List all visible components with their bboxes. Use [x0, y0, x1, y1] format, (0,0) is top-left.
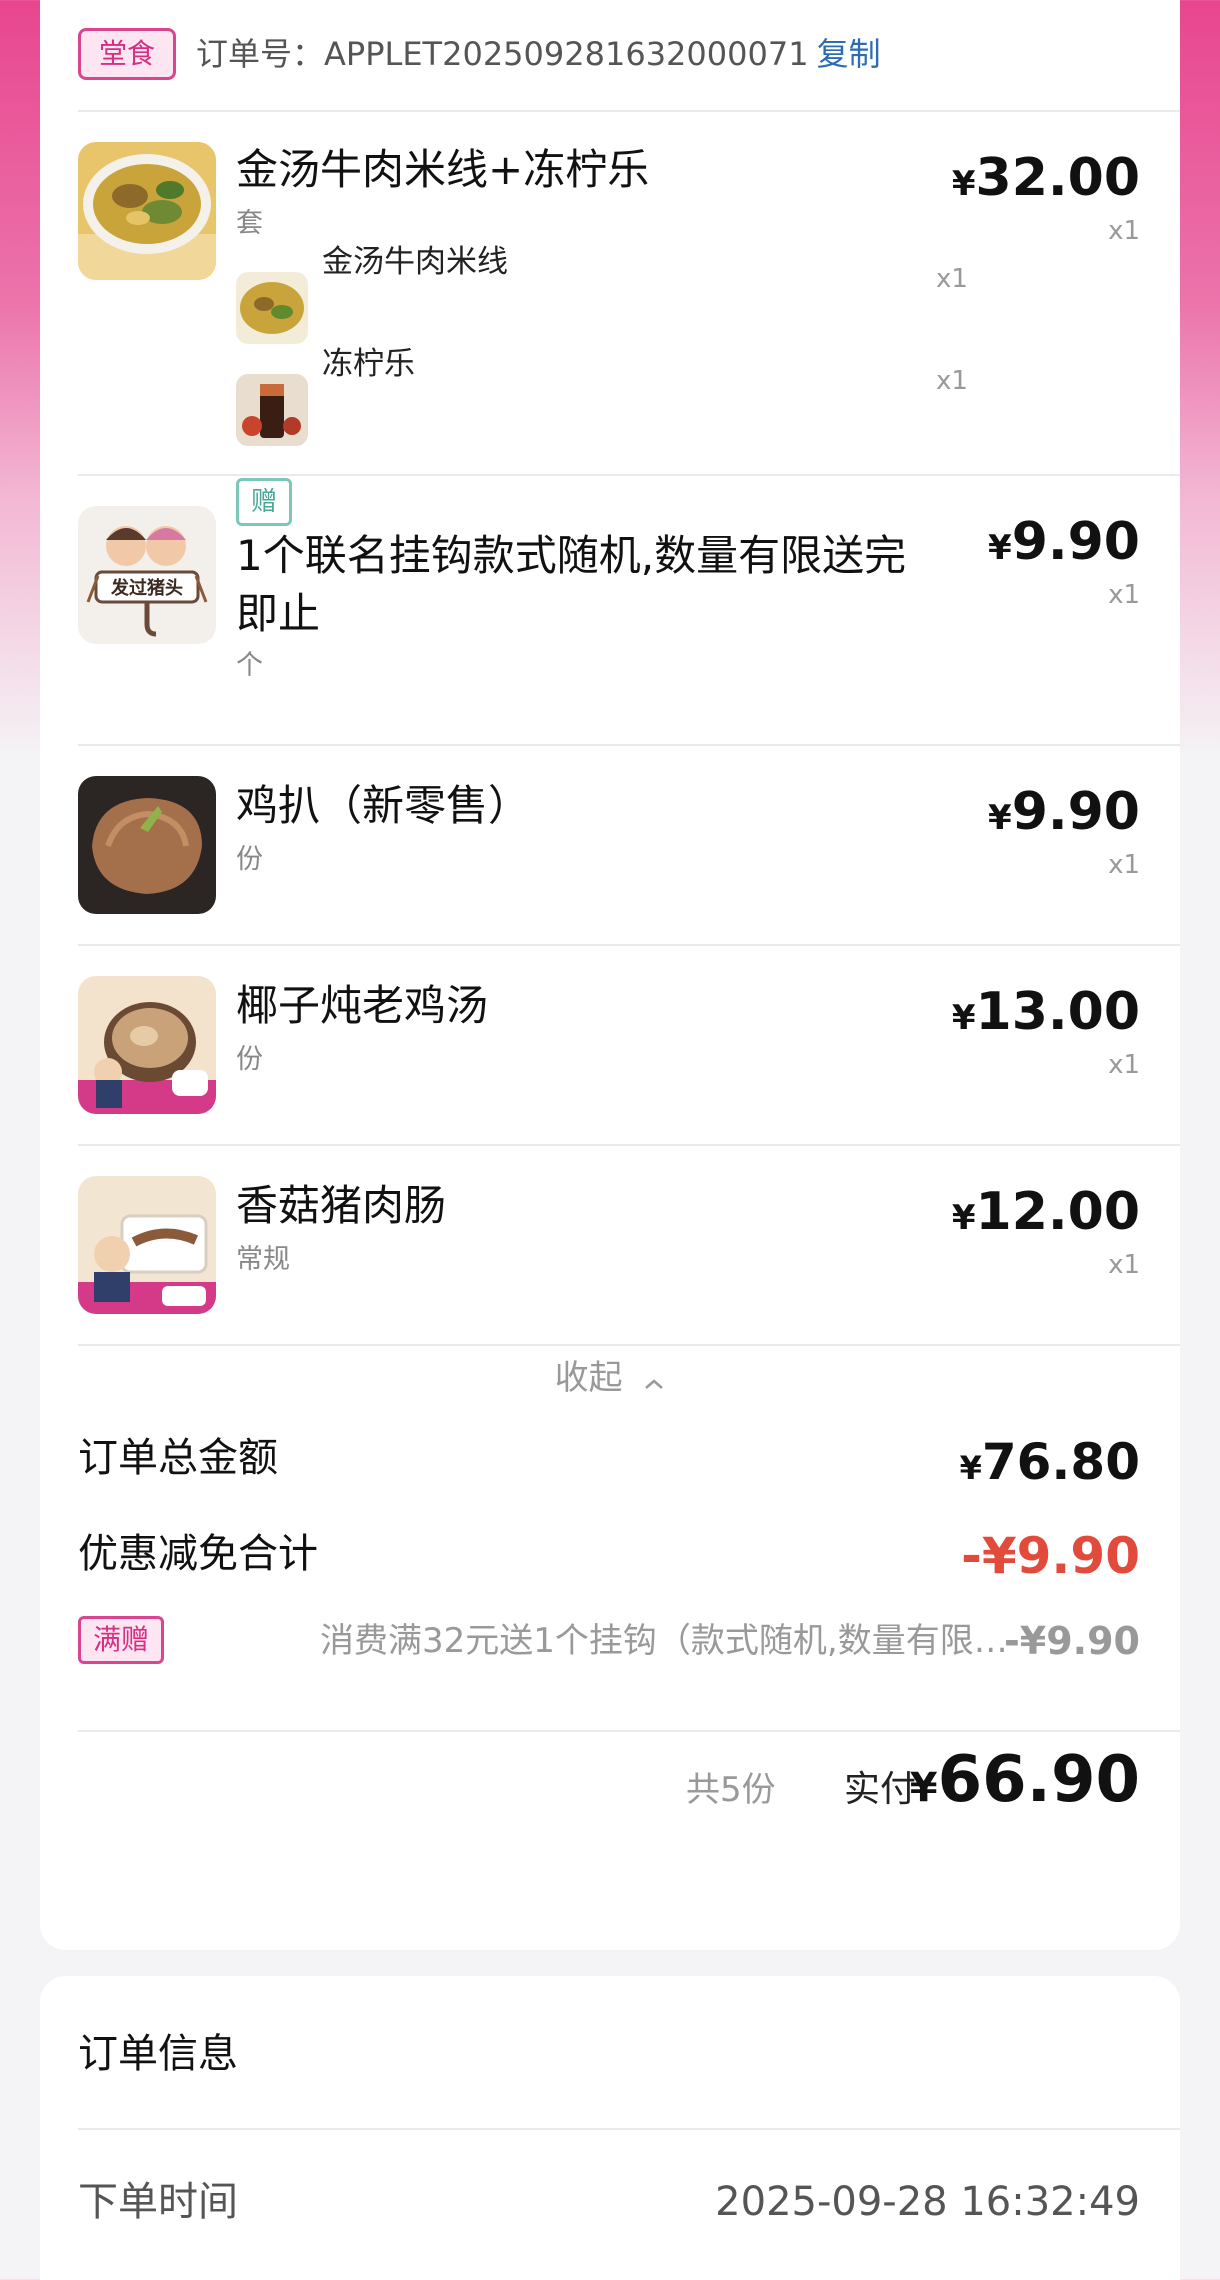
item-qty: x1: [1108, 1050, 1140, 1080]
item-image-hook-gift[interactable]: 发过猪头: [78, 506, 216, 644]
item-price: ¥9.90: [988, 512, 1140, 572]
order-total-label: 订单总金额: [78, 1435, 278, 1481]
item-image-mushroom-pork-sausage[interactable]: [78, 1176, 216, 1314]
discount-total-value: -¥9.90: [961, 1527, 1140, 1585]
divider: [78, 2128, 1180, 2130]
item-unit: 份: [236, 844, 263, 875]
order-number: APPLET202509281632000071: [324, 35, 809, 73]
item-qty: x1: [1108, 1250, 1140, 1280]
item-qty: x1: [1108, 580, 1140, 610]
order-number-row: 订单号：APPLET202509281632000071 复制: [196, 28, 881, 80]
chevron-up-icon: [643, 1358, 665, 1402]
order-time-label: 下单时间: [78, 2179, 238, 2225]
item-image-coconut-chicken-soup[interactable]: [78, 976, 216, 1114]
item-name: 鸡扒（新零售）: [236, 781, 531, 830]
divider: [78, 944, 1180, 946]
item-unit: 个: [236, 650, 263, 681]
order-card: 堂食 订单号：APPLET202509281632000071 复制 金汤牛肉米线…: [40, 0, 1180, 1950]
item-price: ¥12.00: [951, 1182, 1140, 1242]
full-gift-promo-tag: 满赠: [78, 1616, 165, 1664]
dine-in-tag: 堂食: [78, 28, 177, 80]
item-unit: 套: [236, 208, 263, 239]
item-name: 椰子炖老鸡汤: [236, 981, 489, 1030]
sub-item-qty: x1: [936, 264, 968, 294]
item-name: 香菇猪肉肠: [236, 1181, 447, 1230]
item-name-line1: 1个联名挂钩款式随机,数量有限送完: [236, 531, 907, 580]
divider: [78, 474, 1180, 476]
sub-item-image-beef-rice-noodle: [236, 272, 308, 344]
divider: [78, 1730, 1180, 1732]
collapse-label: 收起: [554, 1358, 623, 1398]
collapse-button[interactable]: 收起: [40, 1356, 1180, 1402]
item-qty: x1: [1108, 216, 1140, 246]
promo-amount: -¥9.90: [1004, 1619, 1140, 1663]
divider: [78, 744, 1180, 746]
gift-image-text: 发过猪头: [110, 577, 183, 599]
discount-total-label: 优惠减免合计: [78, 1531, 318, 1577]
sub-item-qty: x1: [936, 366, 968, 396]
paid-label: 实付: [844, 1769, 917, 1810]
order-info-title: 订单信息: [78, 2031, 238, 2077]
item-unit: 常规: [236, 1244, 290, 1275]
item-name-line2: 即止: [236, 589, 321, 638]
item-price: ¥32.00: [951, 148, 1140, 208]
item-unit: 份: [236, 1044, 263, 1075]
promo-description: 消费满32元送1个挂钩（款式随机,数量有限送完即止）: [320, 1621, 1020, 1661]
item-image-chicken-steak[interactable]: [78, 776, 216, 914]
sub-item-name: 冻柠乐: [322, 346, 415, 382]
item-price: ¥9.90: [988, 782, 1140, 842]
order-number-label: 订单号：: [196, 35, 325, 73]
item-price: ¥13.00: [951, 982, 1140, 1042]
sub-item-name: 金汤牛肉米线: [322, 244, 508, 280]
copy-order-number-link[interactable]: 复制: [817, 35, 881, 73]
order-total-value: ¥76.80: [959, 1433, 1140, 1491]
divider: [78, 1144, 1180, 1146]
sub-item-image-iced-lemon-cola: [236, 374, 308, 446]
order-time-value: 2025-09-28 16:32:49: [715, 2179, 1140, 2225]
divider: [78, 110, 1180, 112]
item-count: 共5份: [686, 1770, 776, 1810]
gift-tag: 赠: [236, 478, 293, 526]
item-image-beef-rice-noodle-set[interactable]: [78, 142, 216, 280]
paid-amount: ¥66.90: [909, 1743, 1140, 1817]
order-info-card: 订单信息 下单时间 2025-09-28 16:32:49: [40, 1976, 1180, 2280]
item-name: 金汤牛肉米线+冻柠乐: [236, 145, 650, 194]
item-qty: x1: [1108, 850, 1140, 880]
divider: [78, 1344, 1180, 1346]
